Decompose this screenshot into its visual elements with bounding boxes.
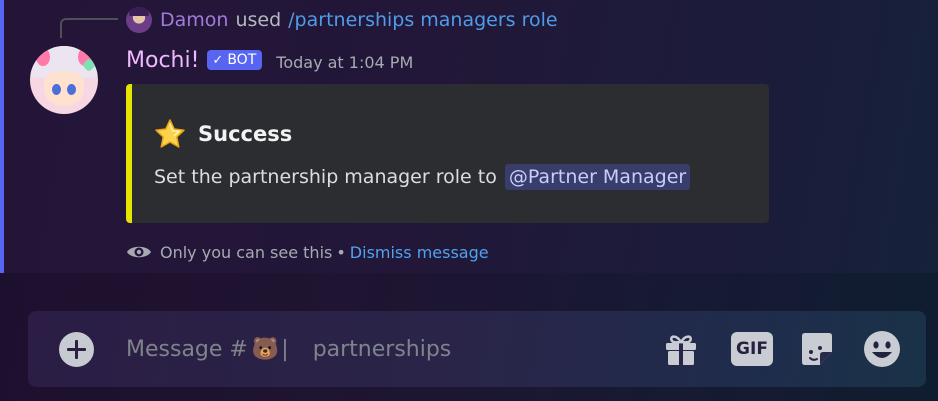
gift-icon bbox=[666, 335, 696, 365]
message-placeholder-prefix: Message # bbox=[126, 336, 248, 362]
channel-name: partnerships bbox=[312, 336, 452, 362]
embed-title: Success bbox=[154, 118, 292, 150]
sticker-icon bbox=[802, 333, 832, 365]
reply-used-text: used bbox=[235, 9, 282, 31]
eye-icon bbox=[127, 246, 151, 258]
add-attachment-button[interactable] bbox=[59, 332, 94, 367]
emoji-icon bbox=[864, 331, 900, 367]
avatar-face bbox=[44, 72, 84, 106]
author-name[interactable]: Mochi! bbox=[126, 48, 199, 73]
gif-icon: GIF bbox=[731, 332, 773, 366]
message-header: Mochi! ✓ BOT Today at 1:04 PM bbox=[126, 44, 413, 76]
ephemeral-notice-text: Only you can see this bbox=[160, 242, 333, 262]
message-composer: Message # 🐻 | partnerships GIF bbox=[28, 311, 926, 387]
embed-description-text: Set the partnership manager role to bbox=[154, 166, 497, 188]
verified-check-icon: ✓ bbox=[212, 52, 224, 68]
separator-dot: • bbox=[336, 242, 346, 262]
bot-avatar[interactable] bbox=[30, 46, 98, 114]
bot-tag: ✓ BOT bbox=[207, 50, 263, 70]
emoji-button[interactable] bbox=[863, 330, 901, 368]
bear-emoji: 🐻 bbox=[251, 336, 280, 362]
embed-description: Set the partnership manager role to @Par… bbox=[154, 164, 691, 190]
embed-title-text: Success bbox=[198, 122, 293, 146]
message-timestamp[interactable]: Today at 1:04 PM bbox=[276, 53, 413, 72]
embed-accent-bar bbox=[126, 84, 132, 223]
reply-username[interactable]: Damon bbox=[160, 9, 228, 31]
reply-avatar[interactable] bbox=[126, 7, 152, 33]
success-embed: Success Set the partnership manager role… bbox=[126, 84, 769, 223]
reply-command[interactable]: /partnerships managers role bbox=[288, 9, 557, 31]
ephemeral-notice: Only you can see this • Dismiss message bbox=[126, 240, 489, 264]
avatar-eye-right bbox=[67, 84, 76, 95]
channel-divider: | bbox=[281, 336, 289, 362]
message-highlight-bar bbox=[0, 0, 4, 273]
bot-tag-label: BOT bbox=[227, 52, 257, 68]
reply-reference[interactable]: Damon used /partnerships managers role bbox=[126, 6, 558, 34]
dismiss-message-link[interactable]: Dismiss message bbox=[350, 243, 489, 262]
avatar-eye-left bbox=[52, 84, 61, 95]
reply-connector bbox=[60, 18, 118, 38]
role-mention[interactable]: @Partner Manager bbox=[504, 164, 691, 190]
gift-button[interactable] bbox=[662, 330, 700, 368]
sticker-button[interactable] bbox=[798, 330, 836, 368]
gif-button[interactable]: GIF bbox=[729, 330, 773, 368]
message-input[interactable]: Message # 🐻 | partnerships bbox=[126, 329, 451, 369]
avatar-ear-left bbox=[36, 48, 50, 66]
star-icon bbox=[155, 119, 185, 148]
